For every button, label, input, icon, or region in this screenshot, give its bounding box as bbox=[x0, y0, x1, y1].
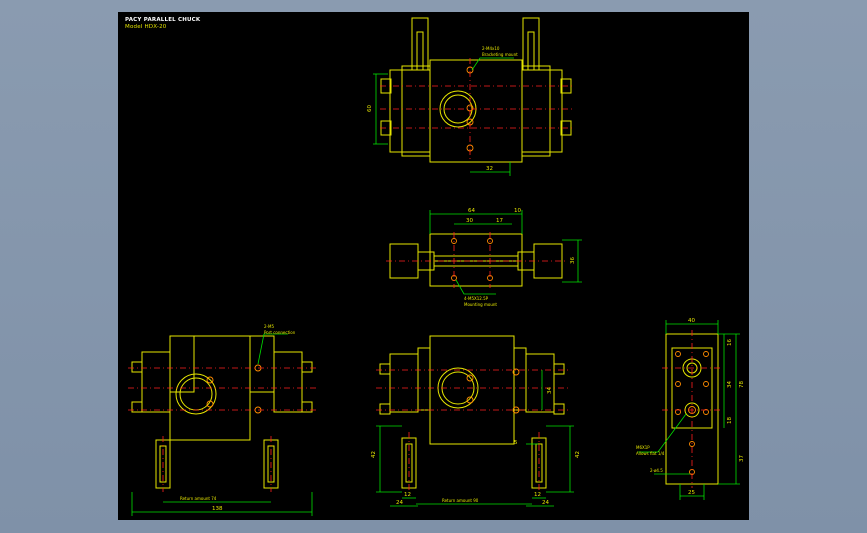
center-dim-24-left: 24 bbox=[396, 500, 403, 506]
mid-dim-36: 36 bbox=[570, 257, 576, 264]
mid-dim-64: 64 bbox=[468, 208, 475, 214]
side-dim-40: 40 bbox=[688, 318, 695, 324]
side-note-2: Allows flat 1/4 bbox=[636, 451, 665, 456]
side-note-3: 2-ø4.5 bbox=[650, 468, 663, 473]
side-view: 40 16 34 18 78 37 25 M6X1P Allows flat 1… bbox=[636, 318, 745, 500]
mid-note-2: Mounting mount bbox=[464, 302, 497, 307]
center-dim-42-right: 42 bbox=[575, 451, 581, 458]
center-dim-24-right: 24 bbox=[542, 500, 549, 506]
side-dim-78: 78 bbox=[739, 381, 745, 388]
cad-drawing-canvas: PACY PARALLEL CHUCK Model HDX-20 60 32 2… bbox=[118, 12, 749, 520]
top-note-1: 2-M4x10 bbox=[482, 46, 500, 51]
left-dim-138: 138 bbox=[212, 506, 223, 512]
top-dim-width: 32 bbox=[486, 166, 493, 172]
center-view: 42 42 34 5 12 12 24 24 Return amount 90 bbox=[371, 335, 581, 507]
left-view: Return amount 74 138 2-M5 Port connectio… bbox=[128, 324, 316, 516]
side-dim-18: 18 bbox=[727, 417, 733, 424]
left-note-1: 2-M5 bbox=[264, 324, 274, 329]
side-note-1: M6X1P bbox=[636, 445, 650, 450]
center-stroke-label: Return amount 90 bbox=[442, 498, 479, 503]
top-note-2: Bracketing mount bbox=[482, 52, 518, 57]
side-dim-34: 34 bbox=[727, 381, 733, 388]
center-dim-5: 5 bbox=[514, 440, 518, 446]
mid-dim-10: 10 bbox=[514, 208, 521, 214]
side-dim-25: 25 bbox=[688, 490, 695, 496]
left-note-2: Port connection bbox=[264, 330, 296, 335]
mid-note-1: 4-M5X12.5P bbox=[464, 296, 489, 301]
center-dim-42-left: 42 bbox=[371, 451, 377, 458]
mid-dim-30: 30 bbox=[466, 218, 473, 224]
technical-drawing: 60 32 2-M4x10 Bracketing mount 64 10 30 … bbox=[128, 17, 745, 516]
left-stroke-label: Return amount 74 bbox=[180, 496, 217, 501]
top-view: 60 32 2-M4x10 Bracketing mount bbox=[367, 17, 574, 176]
center-dim-34: 34 bbox=[547, 387, 553, 394]
middle-view: 64 10 30 17 36 4-M5X12.5P Mounting mount bbox=[386, 208, 582, 307]
center-dim-12-left: 12 bbox=[404, 492, 411, 498]
side-dim-16: 16 bbox=[727, 339, 733, 346]
side-dim-37: 37 bbox=[739, 455, 745, 462]
top-dim-height: 60 bbox=[367, 105, 373, 112]
mid-dim-17: 17 bbox=[496, 218, 503, 224]
center-dim-12-right: 12 bbox=[534, 492, 541, 498]
